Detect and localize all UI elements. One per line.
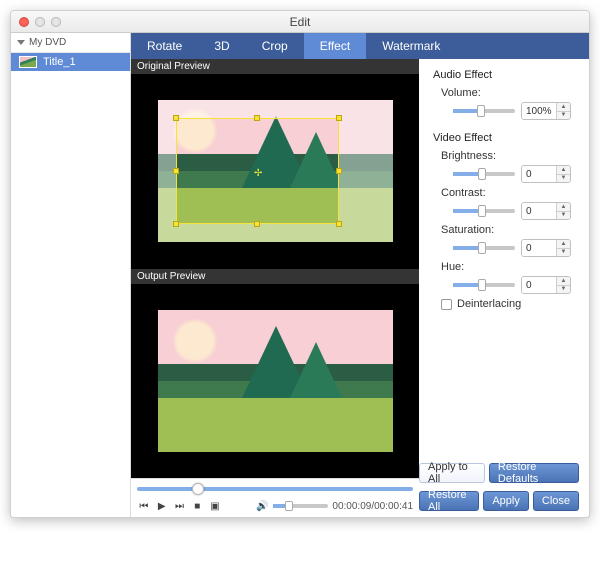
hue-label: Hue: [433, 261, 575, 273]
crop-handle[interactable] [254, 221, 260, 227]
saturation-label: Saturation: [433, 224, 575, 236]
tab-rotate[interactable]: Rotate [131, 33, 198, 59]
panel-footer: Apply to All Restore Defaults [419, 463, 579, 483]
contrast-slider[interactable] [453, 209, 515, 213]
crop-handle[interactable] [173, 115, 179, 121]
stepper-down-icon[interactable]: ▼ [557, 286, 570, 294]
brightness-slider[interactable] [453, 172, 515, 176]
dialog-footer: Restore All Apply Close [419, 491, 579, 511]
restore-defaults-button[interactable]: Restore Defaults [489, 463, 579, 483]
stepper-down-icon[interactable]: ▼ [557, 112, 570, 120]
audio-effect-heading: Audio Effect [433, 69, 575, 81]
stepper-up-icon[interactable]: ▲ [557, 166, 570, 175]
volume-knob[interactable] [285, 501, 293, 511]
tab-crop[interactable]: Crop [246, 33, 304, 59]
stepper-up-icon[interactable]: ▲ [557, 103, 570, 112]
slider-knob[interactable] [477, 105, 485, 117]
content-area: My DVD Title_1 Original Preview [11, 59, 589, 517]
checkbox-icon [441, 299, 452, 310]
time-display: 00:00:09/00:00:41 [332, 501, 413, 512]
seek-bar[interactable] [137, 483, 413, 495]
stepper-up-icon[interactable]: ▲ [557, 240, 570, 249]
next-button[interactable]: ⏭ [173, 499, 187, 513]
crop-handle[interactable] [173, 221, 179, 227]
restore-all-button[interactable]: Restore All [419, 491, 479, 511]
tab-effect[interactable]: Effect [304, 33, 366, 59]
edit-window: Edit Rotate 3D Crop Effect Watermark My … [10, 10, 590, 518]
effect-panel: Audio Effect Volume: 100% ▲▼ [419, 59, 589, 517]
sidebar-root[interactable]: My DVD [11, 33, 130, 53]
stepper-up-icon[interactable]: ▲ [557, 277, 570, 286]
slider-knob[interactable] [478, 242, 486, 254]
main-pane: Original Preview [131, 59, 589, 517]
snapshot-button[interactable]: ▣ [208, 499, 222, 513]
volume-effect-slider[interactable] [453, 109, 515, 113]
crop-handle[interactable] [173, 168, 179, 174]
crop-handle[interactable] [336, 168, 342, 174]
original-preview-frame[interactable]: ✢ [158, 100, 393, 242]
hue-stepper[interactable]: 0▲▼ [521, 276, 571, 294]
titlebar: Edit [11, 11, 589, 33]
slider-knob[interactable] [478, 168, 486, 180]
crop-box[interactable]: ✢ [176, 118, 339, 224]
saturation-slider[interactable] [453, 246, 515, 250]
volume-slider[interactable] [273, 504, 328, 508]
stepper-up-icon[interactable]: ▲ [557, 203, 570, 212]
brightness-label: Brightness: [433, 150, 575, 162]
close-button[interactable]: Close [533, 491, 579, 511]
contrast-stepper[interactable]: 0▲▼ [521, 202, 571, 220]
volume-value-stepper[interactable]: 100% ▲▼ [521, 102, 571, 120]
stepper-down-icon[interactable]: ▼ [557, 175, 570, 183]
crop-handle[interactable] [336, 115, 342, 121]
stepper-down-icon[interactable]: ▼ [557, 249, 570, 257]
sidebar-item-title1[interactable]: Title_1 [11, 53, 130, 71]
apply-button[interactable]: Apply [483, 491, 529, 511]
playback-controls: ⏮ ▶ ⏭ ■ ▣ 🔊 00:00:09/00:00:41 [131, 478, 419, 517]
volume-value: 100% [522, 103, 556, 119]
output-preview-stage [131, 284, 419, 479]
source-sidebar: My DVD Title_1 [11, 33, 131, 517]
output-preview-frame [158, 310, 393, 452]
crop-handle[interactable] [254, 115, 260, 121]
original-preview-label: Original Preview [131, 59, 419, 74]
tab-watermark[interactable]: Watermark [366, 33, 456, 59]
crop-handle[interactable] [336, 221, 342, 227]
saturation-stepper[interactable]: 0▲▼ [521, 239, 571, 257]
disclosure-triangle-icon [17, 40, 25, 45]
crop-center-icon[interactable]: ✢ [254, 168, 260, 174]
deinterlacing-checkbox[interactable]: Deinterlacing [433, 298, 575, 310]
original-preview-stage: ✢ [131, 74, 419, 269]
stepper-down-icon[interactable]: ▼ [557, 212, 570, 220]
slider-knob[interactable] [478, 279, 486, 291]
prev-button[interactable]: ⏮ [137, 499, 151, 513]
slider-knob[interactable] [478, 205, 486, 217]
scene-trees [242, 315, 374, 397]
sidebar-item-label: Title_1 [43, 56, 76, 68]
deinterlacing-label: Deinterlacing [457, 298, 521, 310]
hue-slider[interactable] [453, 283, 515, 287]
play-button[interactable]: ▶ [155, 499, 169, 513]
video-effect-heading: Video Effect [433, 132, 575, 144]
window-title: Edit [11, 15, 589, 29]
preview-column: Original Preview [131, 59, 419, 517]
seek-playhead[interactable] [192, 483, 204, 495]
tab-3d[interactable]: 3D [198, 33, 245, 59]
apply-to-all-button[interactable]: Apply to All [419, 463, 485, 483]
sidebar-root-label: My DVD [29, 37, 66, 48]
brightness-stepper[interactable]: 0▲▼ [521, 165, 571, 183]
volume-label: Volume: [433, 87, 575, 99]
contrast-label: Contrast: [433, 187, 575, 199]
volume-icon[interactable]: 🔊 [256, 499, 270, 513]
title-thumbnail-icon [19, 56, 37, 68]
stop-button[interactable]: ■ [190, 499, 204, 513]
output-preview-label: Output Preview [131, 269, 419, 284]
scene-sun [172, 318, 218, 364]
